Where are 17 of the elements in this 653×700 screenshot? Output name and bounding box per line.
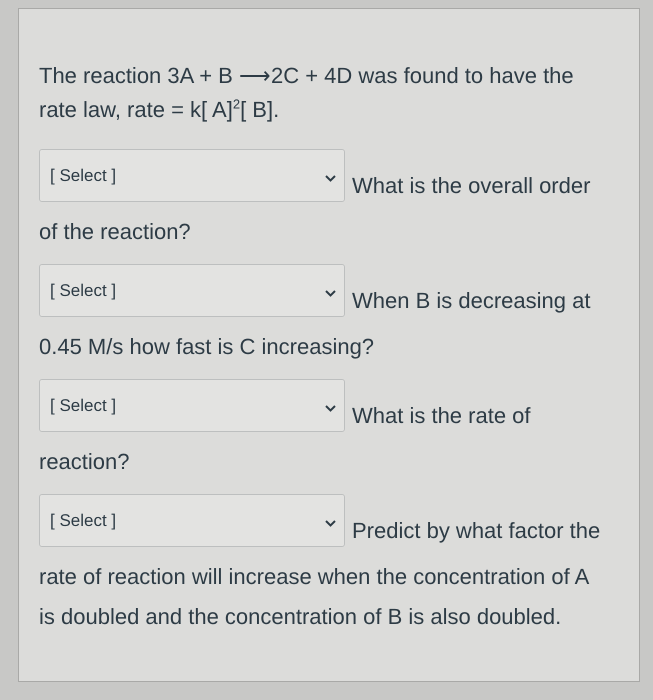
select-dropdown[interactable]: [ Select ] bbox=[39, 379, 345, 432]
chevron-icon bbox=[325, 175, 336, 182]
chevron-icon bbox=[325, 290, 336, 297]
select-dropdown[interactable]: [ Select ] bbox=[39, 264, 345, 317]
select-dropdown[interactable]: [ Select ] bbox=[39, 494, 345, 547]
chevron-icon bbox=[325, 520, 336, 527]
question-text: What is the rate of bbox=[352, 403, 531, 429]
question-text: Predict by what factor the bbox=[352, 518, 600, 544]
question-text: The reaction 3A + B ⟶2C + 4D was found to have the rate law, rate = k[ A]$^{2}$[ B]. bbox=[39, 62, 575, 124]
chevron-icon bbox=[325, 405, 336, 412]
question-text: What is the overall order bbox=[352, 173, 590, 199]
question-text: rate of reaction will increase when the concentration of A is doubled and the concentration of B is also doubled. bbox=[39, 563, 590, 631]
question-text: reaction? bbox=[39, 448, 131, 476]
select-dropdown[interactable]: [ Select ] bbox=[39, 149, 345, 202]
question-text: 0.45 M/s how fast is C increasing? bbox=[39, 333, 376, 361]
question-text: of the reaction? bbox=[39, 218, 192, 246]
question-text: When B is decreasing at bbox=[352, 288, 590, 314]
